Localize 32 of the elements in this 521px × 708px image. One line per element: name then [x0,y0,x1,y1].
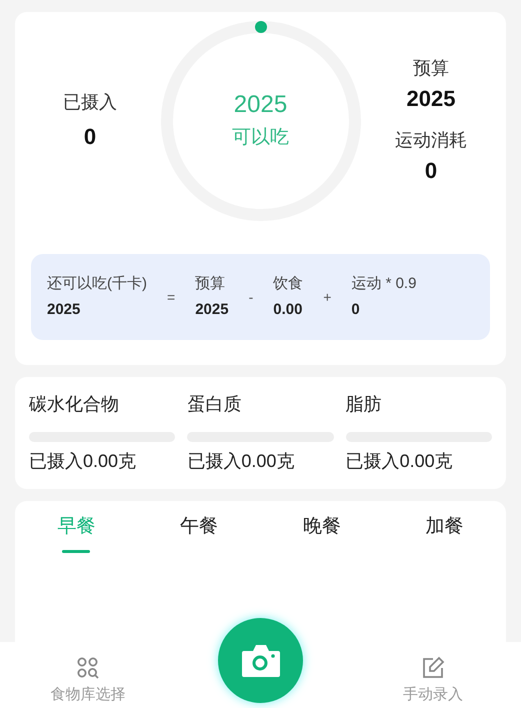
remaining-label: 可以吃 [232,126,289,150]
exercise-value: 0 [424,157,438,185]
formula-operator: - [248,288,254,306]
formula-label: 饮食 [273,274,304,294]
formula-label: 预算 [195,274,226,294]
meal-tab[interactable]: 午餐 [138,513,260,552]
formula-operator: = [166,288,176,306]
budget-label: 预算 [413,57,449,80]
macro-reading: 已摄入0.00克 [29,450,138,473]
remaining-value: 2025 [234,90,288,120]
exercise-label: 运动消耗 [395,129,467,152]
intake-label: 已摄入 [63,91,117,114]
macro-name: 脂肪 [346,393,383,416]
meal-tab[interactable]: 加餐 [383,513,506,552]
formula-value: 0.00 [273,300,304,320]
intake-value: 0 [84,123,96,151]
camera-button[interactable] [218,618,303,703]
edit-icon [421,656,445,680]
macro-reading: 已摄入0.00克 [346,450,454,473]
formula-value: 2025 [47,300,82,320]
macro-name: 碳水化合物 [29,393,120,416]
formula-value: 0 [351,300,361,320]
meal-tab[interactable]: 晚餐 [260,513,384,552]
formula-operator: + [322,288,332,306]
formula-label: 运动 * 0.9 [351,274,416,294]
macro-reading: 已摄入0.00克 [187,450,296,473]
macro-name: 蛋白质 [187,393,242,416]
grid-search-icon [76,656,100,680]
formula-value: 2025 [195,300,229,320]
camera-icon [240,642,282,678]
formula-label: 还可以吃(千卡) [47,274,147,294]
budget-value: 2025 [406,85,456,113]
